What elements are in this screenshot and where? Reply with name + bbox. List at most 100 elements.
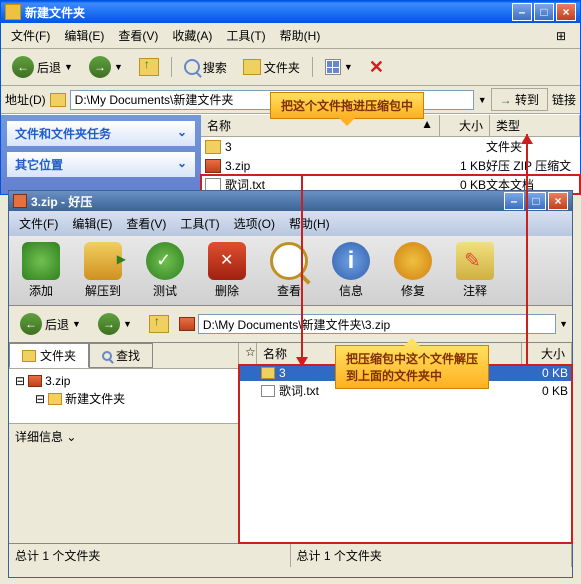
delete-icon	[208, 242, 246, 280]
file-list: 名称 ▲ 大小 类型 3 文件夹 3.zip 1 KB 好压 ZIP 压缩文 歌…	[201, 115, 580, 194]
chevron-down-icon: ▼	[123, 319, 132, 329]
links-label: 链接	[552, 91, 576, 108]
test-button[interactable]: 测试	[141, 242, 189, 299]
windows-logo-icon: ⊞	[546, 25, 576, 46]
col-icon[interactable]: ☆	[239, 343, 257, 364]
separator	[171, 57, 172, 77]
arrow-down-icon	[296, 357, 308, 373]
folders-button[interactable]: 文件夹	[236, 55, 307, 80]
chevron-down-icon[interactable]: ⌄	[66, 430, 76, 444]
zip-icon	[28, 375, 42, 387]
back-button[interactable]: ← 后退 ▼	[5, 52, 80, 82]
delete-button[interactable]: ✕	[362, 53, 391, 82]
tree-item[interactable]: ⊟ 新建文件夹	[13, 389, 234, 408]
folder-icon	[5, 4, 21, 20]
info-button[interactable]: i信息	[327, 242, 375, 299]
comment-icon	[456, 242, 494, 280]
folder-tree: ⊟ 3.zip ⊟ 新建文件夹	[9, 368, 238, 423]
zip-icon	[179, 317, 195, 331]
close-button[interactable]: ×	[548, 192, 568, 210]
callout-drag-in: 把这个文件拖进压缩包中	[270, 92, 424, 119]
folder-icon	[48, 393, 62, 405]
col-type[interactable]: 类型	[490, 115, 580, 136]
chevron-down-icon[interactable]: ▼	[478, 95, 487, 105]
chevron-down-icon[interactable]: ▼	[559, 319, 568, 329]
maximize-button[interactable]: □	[534, 3, 554, 21]
menu-view[interactable]: 查看(V)	[120, 213, 172, 234]
close-button[interactable]: ×	[556, 3, 576, 21]
view-button[interactable]: 查看	[265, 242, 313, 299]
tab-folders[interactable]: 文件夹	[9, 343, 89, 368]
back-icon: ←	[12, 56, 34, 78]
status-left: 总计 1 个文件夹	[9, 544, 291, 567]
x-icon: ✕	[369, 57, 384, 78]
separator	[312, 57, 313, 77]
go-button[interactable]: → 转到	[491, 88, 548, 111]
maximize-button[interactable]: □	[526, 192, 546, 210]
minimize-button[interactable]: –	[504, 192, 524, 210]
comment-button[interactable]: 注释	[451, 242, 499, 299]
haozip-icon	[13, 194, 27, 208]
tree-item[interactable]: ⊟ 3.zip	[13, 373, 234, 389]
forward-icon: →	[89, 56, 111, 78]
add-icon	[22, 242, 60, 280]
menu-edit[interactable]: 编辑(E)	[66, 213, 118, 234]
task-other[interactable]: 其它位置 ⌄	[7, 152, 195, 177]
extract-button[interactable]: 解压到	[79, 242, 127, 299]
back-button[interactable]: ← 后退 ▼	[13, 309, 88, 339]
menu-fav[interactable]: 收藏(A)	[166, 25, 218, 46]
views-button[interactable]: ▼	[318, 55, 360, 79]
forward-button[interactable]: → ▼	[82, 52, 130, 82]
tab-search[interactable]: 查找	[89, 343, 153, 368]
file-list: 3 0 KB 歌词.txt 0 KB	[239, 365, 572, 543]
repair-icon	[394, 242, 432, 280]
chevron-down-icon: ⌄	[177, 125, 187, 142]
repair-button[interactable]: 修复	[389, 242, 437, 299]
folder-icon	[50, 93, 66, 107]
arrow-up-icon	[521, 128, 533, 144]
col-size[interactable]: 大小	[522, 343, 572, 364]
minimize-button[interactable]: –	[512, 3, 532, 21]
menu-help[interactable]: 帮助(H)	[274, 25, 327, 46]
menu-tools[interactable]: 工具(T)	[174, 213, 225, 234]
chevron-down-icon: ▼	[114, 62, 123, 72]
folders-icon	[22, 350, 36, 362]
up-button[interactable]	[132, 54, 166, 80]
extract-icon	[84, 242, 122, 280]
zip-icon	[205, 159, 221, 173]
menu-options[interactable]: 选项(O)	[228, 213, 281, 234]
red-arrow-line	[526, 134, 528, 364]
txt-icon	[261, 385, 275, 397]
add-button[interactable]: 添加	[17, 242, 65, 299]
path-input[interactable]	[198, 314, 556, 334]
col-size[interactable]: 大小	[440, 115, 490, 136]
delete-button[interactable]: 删除	[203, 242, 251, 299]
menu-file[interactable]: 文件(F)	[5, 25, 56, 46]
views-icon	[325, 59, 341, 75]
address-label: 地址(D)	[5, 91, 46, 108]
test-icon	[146, 242, 184, 280]
folder-up-icon	[139, 58, 159, 76]
sidebar: 文件和文件夹任务 ⌄ 其它位置 ⌄	[1, 115, 201, 194]
callout-extract: 把压缩包中这个文件解压到上面的文件夹中	[335, 345, 489, 389]
forward-button[interactable]: →▼	[91, 309, 139, 339]
menu-file[interactable]: 文件(F)	[13, 213, 64, 234]
search-label: 搜索	[203, 59, 227, 76]
detail-panel: 详细信息 ⌄	[9, 423, 238, 543]
back-icon: ←	[20, 313, 42, 335]
folder-icon	[205, 140, 221, 154]
chevron-down-icon: ▼	[64, 62, 73, 72]
file-row[interactable]: 3.zip 1 KB 好压 ZIP 压缩文	[201, 156, 580, 175]
up-button[interactable]	[142, 311, 176, 337]
task-files[interactable]: 文件和文件夹任务 ⌄	[7, 121, 195, 146]
menu-edit[interactable]: 编辑(E)	[58, 25, 110, 46]
menu-view[interactable]: 查看(V)	[112, 25, 164, 46]
search-button[interactable]: 搜索	[177, 55, 234, 80]
red-arrow-line	[301, 176, 303, 359]
menu-help[interactable]: 帮助(H)	[283, 213, 336, 234]
search-icon	[102, 351, 112, 361]
menu-tools[interactable]: 工具(T)	[220, 25, 271, 46]
info-icon: i	[332, 242, 370, 280]
search-icon	[184, 59, 200, 75]
folders-icon	[243, 59, 261, 75]
